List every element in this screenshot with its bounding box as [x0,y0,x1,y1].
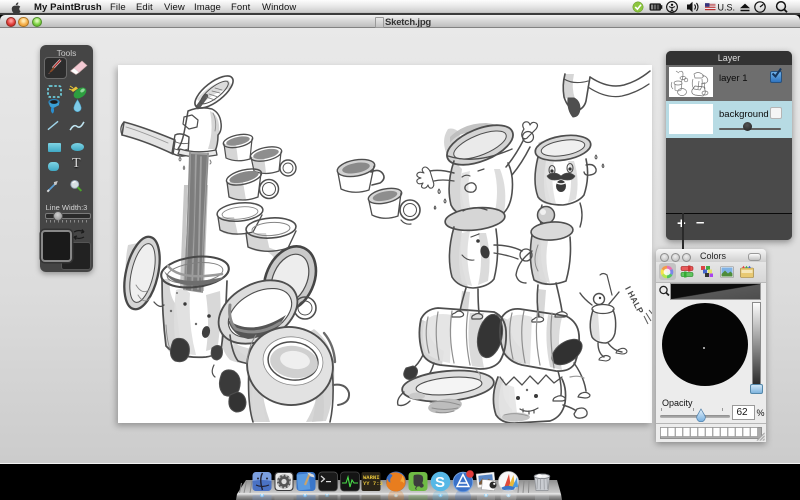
svg-text:S: S [435,474,445,491]
svg-text:U.S.: U.S. [718,3,736,13]
svg-text:I HALP: I HALP [623,285,646,316]
svg-text:YY 7:3: YY 7:3 [363,480,384,487]
